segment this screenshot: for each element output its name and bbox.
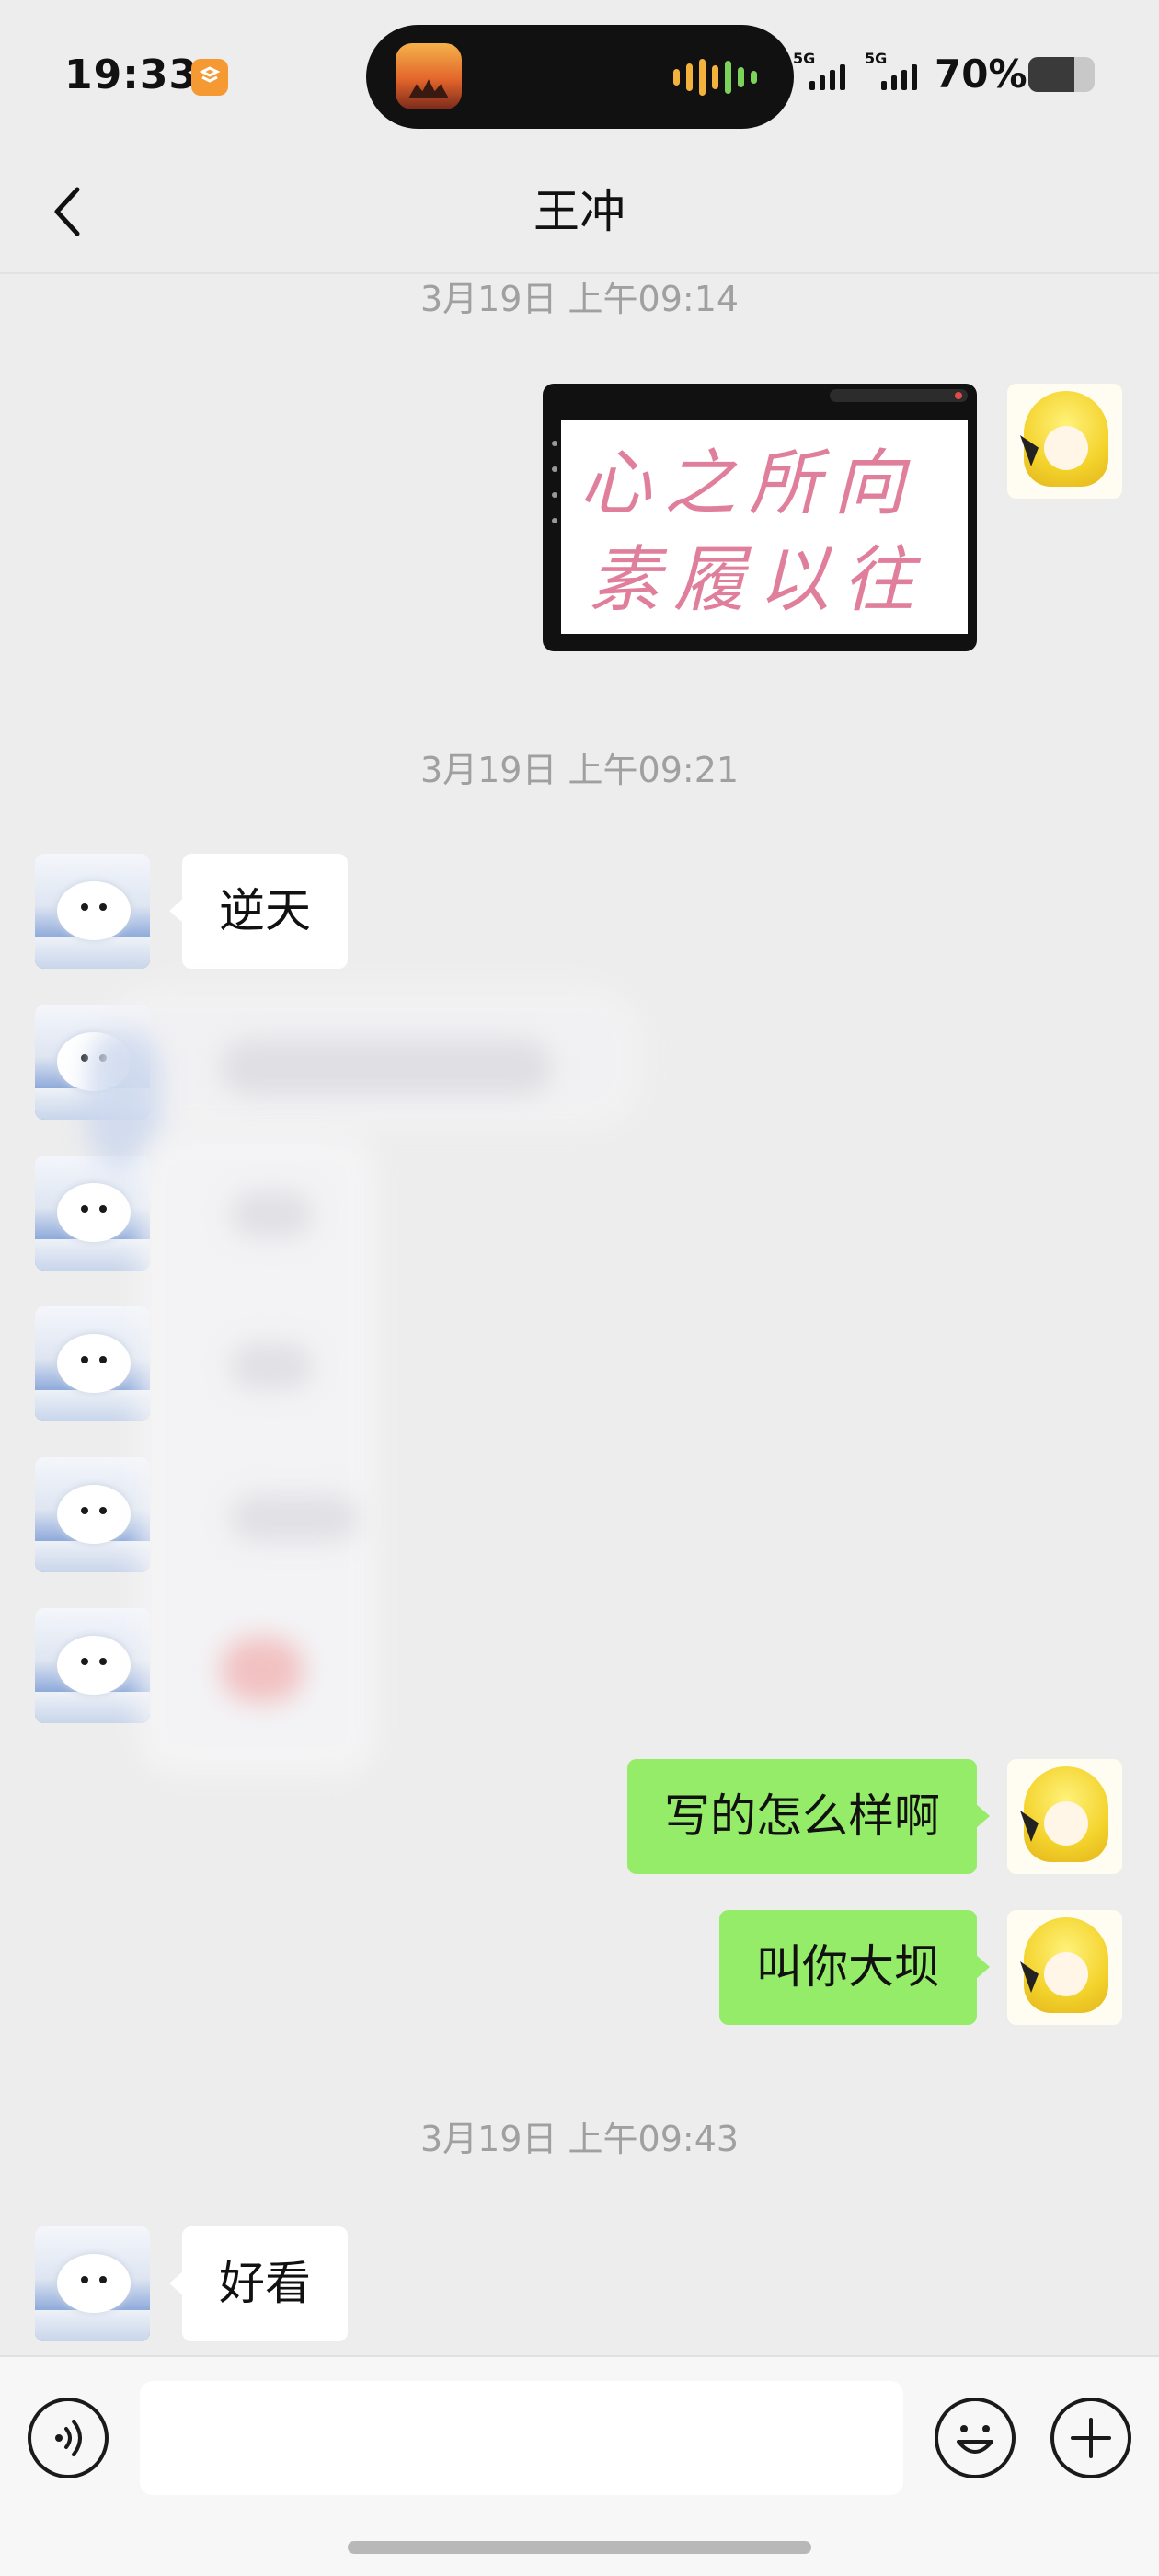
calligraphy-canvas: 心之所向 素履以往 — [561, 420, 968, 634]
home-indicator[interactable] — [348, 2541, 811, 2554]
outgoing-message[interactable]: 写的怎么样啊 — [627, 1759, 990, 1874]
contact-avatar[interactable] — [35, 1457, 150, 1572]
battery-icon — [1028, 57, 1095, 92]
status-time: 19:33 — [64, 52, 199, 98]
contact-avatar[interactable] — [35, 1156, 150, 1271]
voice-icon — [55, 2420, 82, 2456]
emoji-button[interactable] — [935, 2398, 1016, 2478]
timestamp: 3月19日 上午09:21 — [419, 750, 740, 790]
voice-button[interactable] — [28, 2398, 109, 2478]
signal-sim2-icon: 5G — [865, 50, 924, 92]
calligraphy-line-1: 心之所向 — [580, 443, 918, 525]
dynamic-island[interactable] — [366, 25, 794, 129]
contact-avatar[interactable] — [35, 2226, 150, 2341]
incoming-message[interactable]: 逆天 — [169, 854, 348, 969]
outgoing-message[interactable]: 叫你大坝 — [719, 1910, 990, 2025]
battery-percent: 70% — [935, 52, 1027, 97]
plus-icon — [1071, 2418, 1111, 2458]
more-button[interactable] — [1050, 2398, 1131, 2478]
audio-wave-icon — [673, 58, 757, 97]
emoji-icon — [957, 2425, 993, 2454]
contact-avatar[interactable] — [35, 1608, 150, 1723]
timestamp: 3月19日 上午09:43 — [419, 2119, 740, 2159]
chat-header: 王冲 — [0, 147, 1159, 274]
message-input[interactable] — [140, 2381, 903, 2495]
calligraphy-image: 心之所向 素履以往 — [580, 443, 927, 622]
contact-avatar[interactable] — [35, 1306, 150, 1421]
contact-avatar[interactable] — [35, 854, 150, 969]
my-avatar[interactable] — [1007, 1910, 1122, 2025]
input-bar — [0, 2355, 1159, 2576]
signal-sim1-icon: 5G — [793, 50, 852, 92]
calligraphy-line-2: 素履以往 — [589, 539, 927, 622]
my-avatar[interactable] — [1007, 1759, 1122, 1874]
now-playing-app-icon — [396, 43, 462, 109]
notification-badge-icon — [191, 59, 228, 96]
my-avatar[interactable] — [1007, 384, 1122, 499]
status-bar: 19:33 5G 5G 70% — [0, 0, 1159, 147]
image-toolbar — [830, 389, 968, 402]
image-sidebar — [548, 420, 561, 604]
timestamp: 3月19日 上午09:14 — [419, 279, 740, 319]
image-message[interactable]: 心之所向 素履以往 — [543, 384, 977, 651]
chat-title: 王冲 — [534, 185, 625, 238]
signal-indicators: 5G 5G — [793, 50, 924, 92]
incoming-message[interactable]: 好看 — [169, 2226, 348, 2341]
